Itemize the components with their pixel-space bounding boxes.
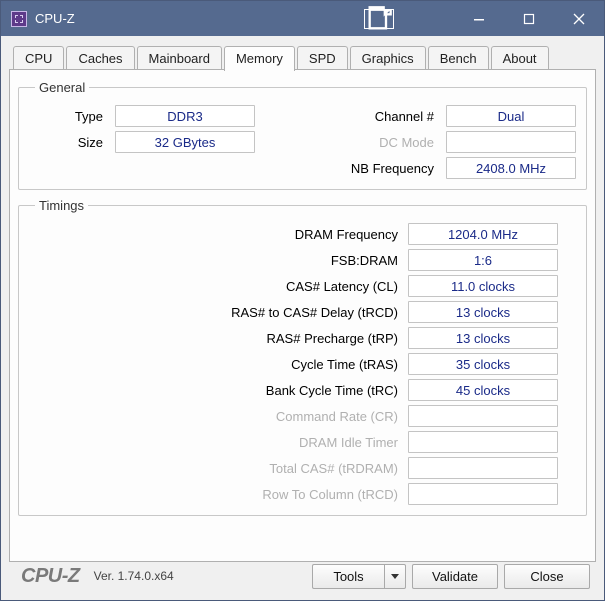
timing-value: 1204.0 MHz [408, 223, 558, 245]
tabstrip: CPU Caches Mainboard Memory SPD Graphics… [9, 44, 596, 70]
label-type: Type [29, 109, 109, 124]
tab-graphics[interactable]: Graphics [350, 46, 426, 70]
timing-label: RAS# Precharge (tRP) [35, 331, 398, 346]
tools-button[interactable]: Tools [312, 564, 384, 589]
close-window-button[interactable] [554, 1, 604, 36]
validate-button[interactable]: Validate [412, 564, 498, 589]
value-nbfreq: 2408.0 MHz [446, 157, 576, 179]
label-channel: Channel # [261, 109, 440, 124]
tab-bench[interactable]: Bench [428, 46, 489, 70]
tab-about[interactable]: About [491, 46, 549, 70]
timing-value [408, 431, 558, 453]
label-dcmode: DC Mode [261, 135, 440, 150]
timing-label: Total CAS# (tRDRAM) [35, 461, 398, 476]
timing-label: Bank Cycle Time (tRC) [35, 383, 398, 398]
timing-value: 35 clocks [408, 353, 558, 375]
value-dcmode [446, 131, 576, 153]
app-icon [11, 11, 27, 27]
value-type: DDR3 [115, 105, 255, 127]
tab-caches[interactable]: Caches [66, 46, 134, 70]
group-timings-legend: Timings [35, 198, 88, 213]
footer: CPU-Z Ver. 1.74.0.x64 Tools Validate Clo… [9, 562, 596, 592]
group-general-legend: General [35, 80, 89, 95]
value-size: 32 GBytes [115, 131, 255, 153]
titlebar-extra-button[interactable] [364, 9, 394, 29]
timing-label: DRAM Frequency [35, 227, 398, 242]
label-nbfreq: NB Frequency [261, 161, 440, 176]
client-area: CPU Caches Mainboard Memory SPD Graphics… [1, 36, 604, 600]
group-timings: Timings DRAM Frequency 1204.0 MHz FSB:DRAM… [18, 198, 587, 516]
app-window: CPU-Z CPU Caches Mainboard Memory SPD Gr… [0, 0, 605, 601]
timing-value [408, 457, 558, 479]
tools-splitbutton: Tools [312, 564, 406, 589]
minimize-button[interactable] [454, 1, 504, 36]
brand-label: CPU-Z [15, 565, 86, 588]
timing-label: DRAM Idle Timer [35, 435, 398, 450]
tab-mainboard[interactable]: Mainboard [137, 46, 222, 70]
timing-value [408, 405, 558, 427]
window-title: CPU-Z [35, 11, 75, 26]
tools-dropdown-button[interactable] [384, 564, 406, 589]
close-button[interactable]: Close [504, 564, 590, 589]
tab-memory[interactable]: Memory [224, 46, 295, 71]
group-general: General Type DDR3 Channel # Dual Size 32… [18, 80, 587, 190]
version-label: Ver. 1.74.0.x64 [92, 569, 174, 583]
tabpage-memory: General Type DDR3 Channel # Dual Size 32… [9, 70, 596, 562]
tab-spd[interactable]: SPD [297, 46, 348, 70]
timing-value: 13 clocks [408, 301, 558, 323]
tab-cpu[interactable]: CPU [13, 46, 64, 70]
maximize-button[interactable] [504, 1, 554, 36]
timing-value [408, 483, 558, 505]
label-size: Size [29, 135, 109, 150]
timing-value: 1:6 [408, 249, 558, 271]
value-channel: Dual [446, 105, 576, 127]
timing-value: 11.0 clocks [408, 275, 558, 297]
timing-label: Row To Column (tRCD) [35, 487, 398, 502]
timing-label: CAS# Latency (CL) [35, 279, 398, 294]
timing-label: Command Rate (CR) [35, 409, 398, 424]
timing-label: RAS# to CAS# Delay (tRCD) [35, 305, 398, 320]
timing-value: 13 clocks [408, 327, 558, 349]
titlebar: CPU-Z [1, 1, 604, 36]
timing-value: 45 clocks [408, 379, 558, 401]
timing-label: Cycle Time (tRAS) [35, 357, 398, 372]
timing-label: FSB:DRAM [35, 253, 398, 268]
